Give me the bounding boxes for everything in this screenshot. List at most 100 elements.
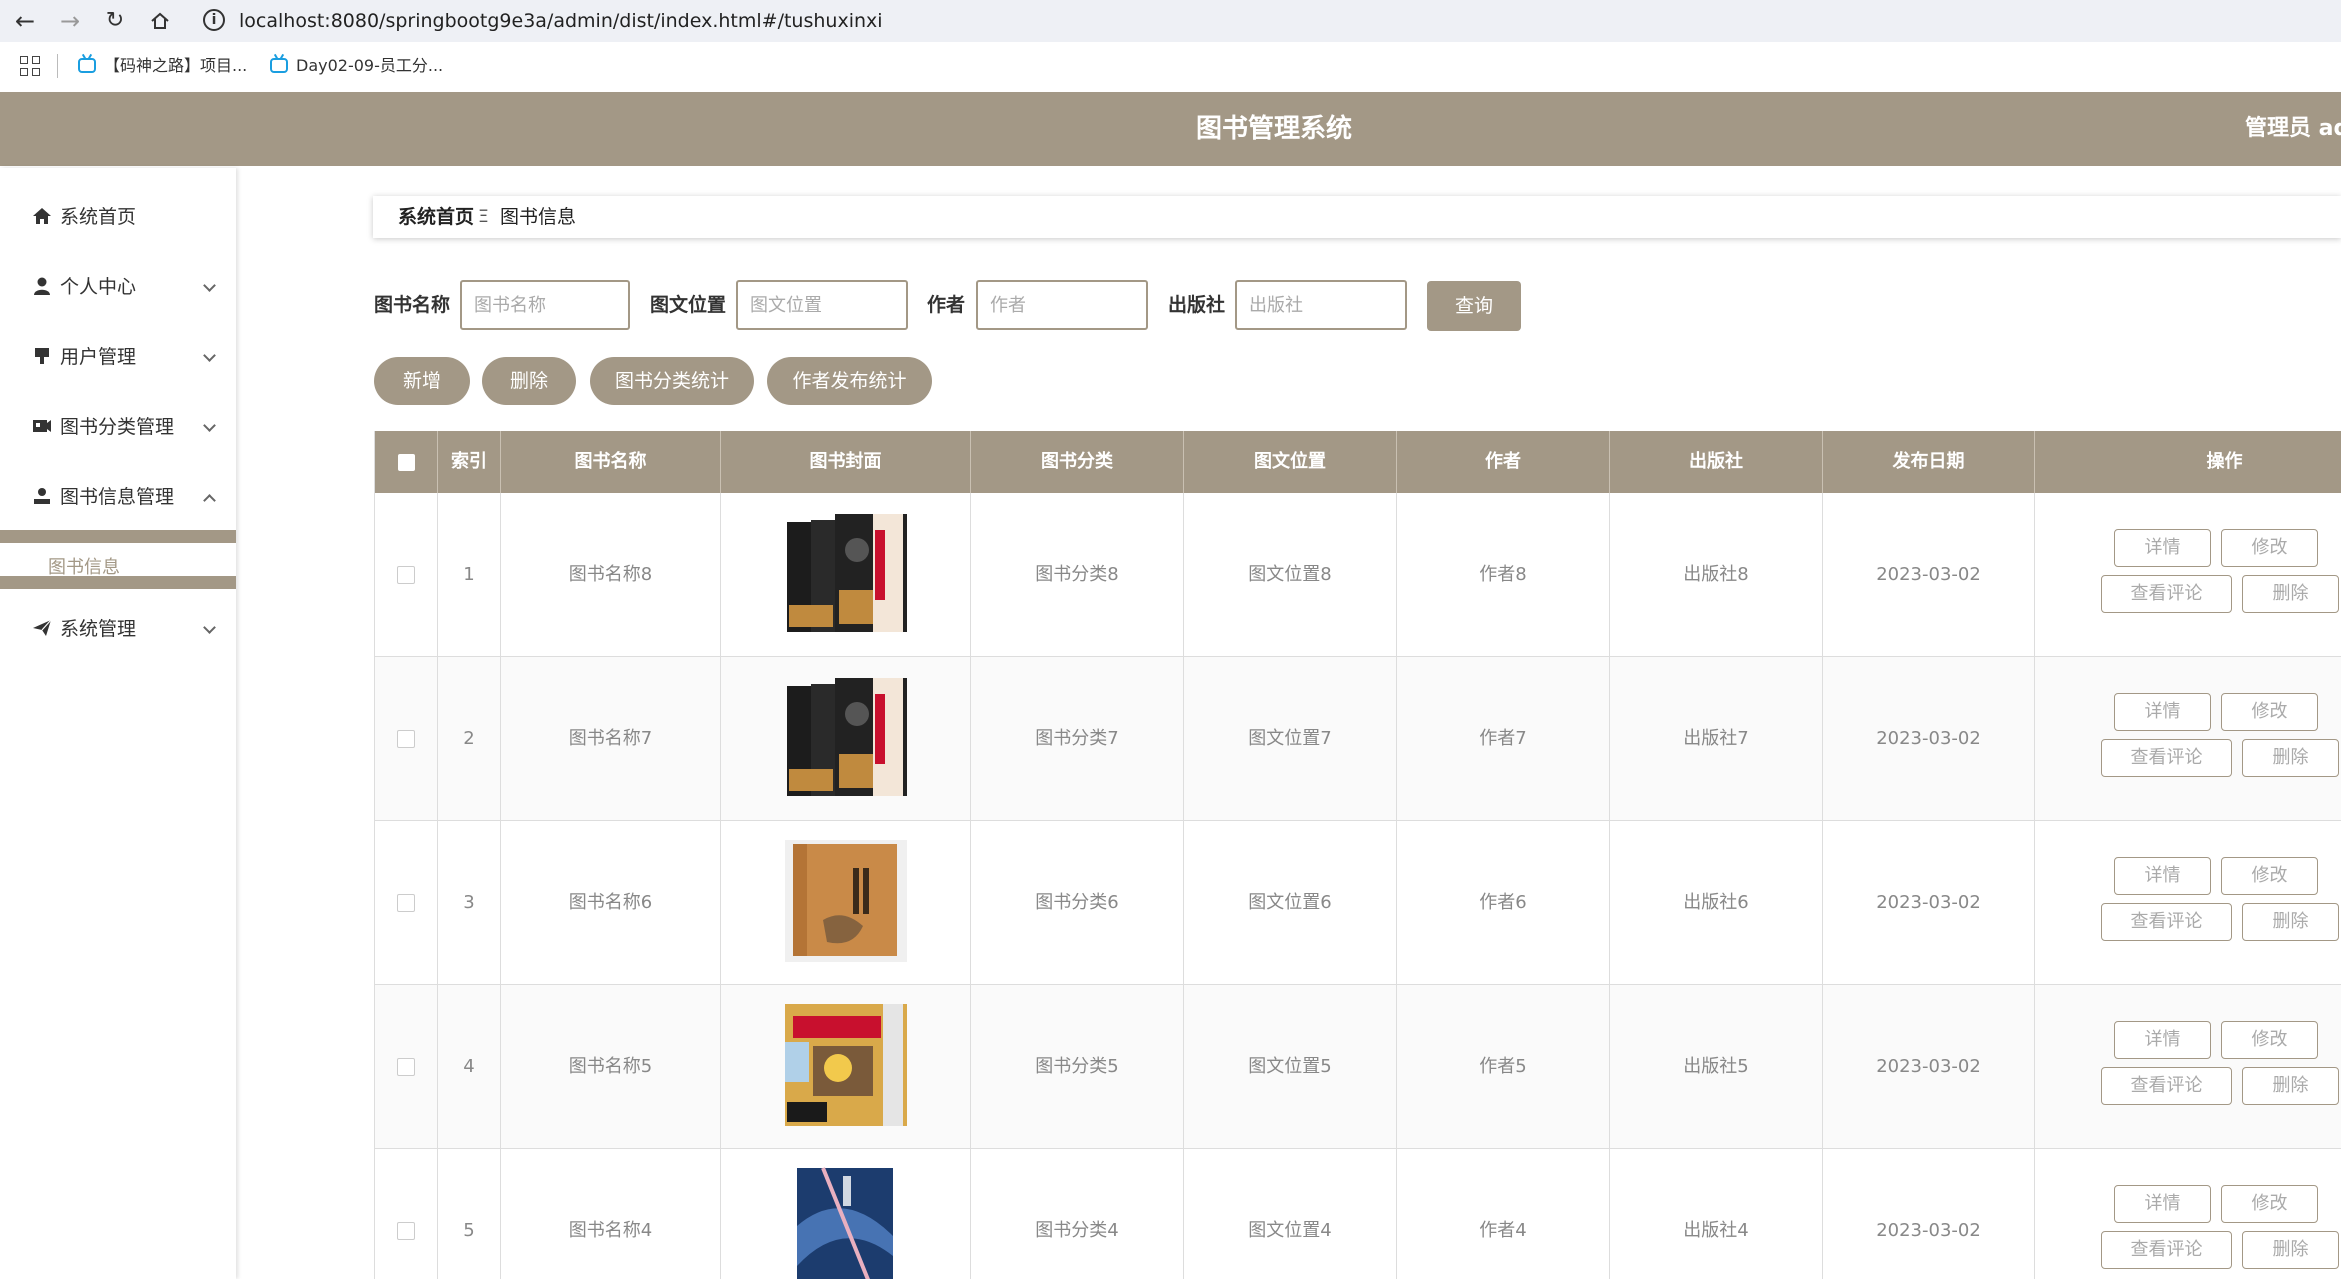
row-checkbox[interactable] xyxy=(397,730,415,748)
view-comments-button[interactable]: 查看评论 xyxy=(2101,739,2232,777)
select-all-checkbox[interactable] xyxy=(397,453,415,471)
view-comments-button[interactable]: 查看评论 xyxy=(2101,575,2232,613)
edit-button[interactable]: 修改 xyxy=(2221,1185,2318,1223)
book-name-input[interactable] xyxy=(460,280,630,330)
delete-button[interactable]: 删除 xyxy=(2242,1067,2339,1105)
submenu-divider xyxy=(0,576,236,589)
delete-button[interactable]: 删除 xyxy=(2242,739,2339,777)
column-header: 图书封面 xyxy=(721,431,971,493)
row-checkbox[interactable] xyxy=(397,1222,415,1240)
query-button[interactable]: 查询 xyxy=(1427,281,1521,331)
author-cell: 作者6 xyxy=(1397,821,1610,984)
position-input[interactable] xyxy=(736,280,908,330)
site-info-icon[interactable]: i xyxy=(203,9,225,31)
book-name-cell: 图书名称5 xyxy=(501,985,721,1148)
date-cell: 2023-03-02 xyxy=(1823,821,2035,984)
detail-button[interactable]: 详情 xyxy=(2114,529,2211,567)
position-cell: 图文位置7 xyxy=(1184,657,1397,820)
detail-button[interactable]: 详情 xyxy=(2114,693,2211,731)
current-user[interactable]: 管理员 adı xyxy=(2245,92,2341,166)
book-name-cell: 图书名称6 xyxy=(501,821,721,984)
date-cell: 2023-03-02 xyxy=(1823,493,2035,656)
sidebar-item-users[interactable]: 用户管理 xyxy=(0,322,236,392)
sidebar-item-label: 用户管理 xyxy=(60,346,137,368)
table-row: 3 图书名称6 图书分类6 图文位置6 作者6 出版社6 2023-03-02 … xyxy=(375,821,2341,985)
column-header: 操作 xyxy=(2206,451,2243,472)
forward-arrow-icon[interactable]: → xyxy=(53,4,87,38)
book-user-icon xyxy=(34,488,50,504)
sidebar-item-label: 个人中心 xyxy=(60,276,137,298)
row-select-cell xyxy=(375,1149,438,1279)
category-cell: 图书分类7 xyxy=(971,657,1184,820)
position-cell: 图文位置4 xyxy=(1184,1149,1397,1279)
sidebar-item-personal[interactable]: 个人中心 xyxy=(0,252,236,322)
bookmark-item[interactable]: Day02-09-员工分... xyxy=(270,54,443,78)
row-checkbox[interactable] xyxy=(397,1058,415,1076)
category-icon xyxy=(33,420,51,432)
category-cell: 图书分类5 xyxy=(971,985,1184,1148)
author-stats-button[interactable]: 作者发布统计 xyxy=(767,357,932,405)
app-header: 图书管理系统 管理员 adı xyxy=(0,92,2341,166)
actions-cell: 详情 修改 查看评论 删除 xyxy=(2035,821,2341,984)
table-row: 4 图书名称5 图书分类5 图文位置5 作者5 出版社5 2023-03-02 … xyxy=(375,985,2341,1149)
edit-button[interactable]: 修改 xyxy=(2221,1021,2318,1059)
author-cell: 作者7 xyxy=(1397,657,1610,820)
category-stats-button[interactable]: 图书分类统计 xyxy=(590,357,754,405)
detail-button[interactable]: 详情 xyxy=(2114,1021,2211,1059)
apps-grid-icon[interactable] xyxy=(20,56,40,76)
add-button[interactable]: 新增 xyxy=(374,357,470,405)
bookmark-item[interactable]: 【码神之路】项目... xyxy=(78,54,247,78)
book-cover-image xyxy=(783,1002,909,1128)
view-comments-button[interactable]: 查看评论 xyxy=(2101,903,2232,941)
column-header: 索引 xyxy=(438,431,501,493)
sidebar-item-label: 图书分类管理 xyxy=(60,416,175,438)
back-arrow-icon[interactable]: ← xyxy=(8,4,42,38)
cover-cell xyxy=(721,1149,971,1279)
publisher-input[interactable] xyxy=(1235,280,1407,330)
view-comments-button[interactable]: 查看评论 xyxy=(2101,1067,2232,1105)
edit-button[interactable]: 修改 xyxy=(2221,529,2318,567)
sidebar-item-category[interactable]: 图书分类管理 xyxy=(0,392,236,462)
sidebar-item-label: 系统管理 xyxy=(60,618,137,640)
book-table: 索引 图书名称 图书封面 图书分类 图文位置 作者 出版社 发布日期 操作 1 … xyxy=(374,431,2341,1279)
delete-button[interactable]: 删除 xyxy=(2242,575,2339,613)
edit-button[interactable]: 修改 xyxy=(2221,857,2318,895)
date-cell: 2023-03-02 xyxy=(1823,985,2035,1148)
detail-button[interactable]: 详情 xyxy=(2114,1185,2211,1223)
category-cell: 图书分类4 xyxy=(971,1149,1184,1279)
category-cell: 图书分类8 xyxy=(971,493,1184,656)
actions-cell: 详情 修改 查看评论 删除 xyxy=(2035,493,2341,656)
publisher-cell: 出版社5 xyxy=(1610,985,1823,1148)
cover-cell xyxy=(721,493,971,656)
publisher-cell: 出版社7 xyxy=(1610,657,1823,820)
reload-icon[interactable]: ↻ xyxy=(98,4,132,38)
author-input[interactable] xyxy=(976,280,1148,330)
book-name-cell: 图书名称8 xyxy=(501,493,721,656)
bilibili-icon xyxy=(270,58,288,73)
detail-button[interactable]: 详情 xyxy=(2114,857,2211,895)
row-checkbox[interactable] xyxy=(397,566,415,584)
column-header: 图书名称 xyxy=(501,431,721,493)
breadcrumb-current: 图书信息 xyxy=(500,206,577,228)
column-header: 图书分类 xyxy=(971,431,1184,493)
home-icon[interactable] xyxy=(143,4,177,38)
author-cell: 作者8 xyxy=(1397,493,1610,656)
app-title: 图书管理系统 xyxy=(1195,114,1352,144)
batch-delete-button[interactable]: 删除 xyxy=(482,357,576,405)
sidebar-item-system[interactable]: 系统管理 xyxy=(0,594,236,664)
breadcrumb-home[interactable]: 系统首页 xyxy=(398,196,474,238)
date-cell: 2023-03-02 xyxy=(1823,1149,2035,1279)
author-label: 作者 xyxy=(927,294,966,316)
sidebar-item-home[interactable]: 系统首页 xyxy=(0,182,236,252)
table-header: 索引 图书名称 图书封面 图书分类 图文位置 作者 出版社 发布日期 操作 xyxy=(375,431,2341,493)
sidebar-item-book-info[interactable]: 图书信息管理 xyxy=(0,462,236,532)
address-bar[interactable]: localhost:8080/springbootg9e3a/admin/dis… xyxy=(239,7,883,35)
author-cell: 作者5 xyxy=(1397,985,1610,1148)
delete-button[interactable]: 删除 xyxy=(2242,903,2339,941)
index-cell: 3 xyxy=(438,821,501,984)
edit-button[interactable]: 修改 xyxy=(2221,693,2318,731)
view-comments-button[interactable]: 查看评论 xyxy=(2101,1231,2232,1269)
delete-button[interactable]: 删除 xyxy=(2242,1231,2339,1269)
publisher-label: 出版社 xyxy=(1168,294,1226,316)
row-checkbox[interactable] xyxy=(397,894,415,912)
